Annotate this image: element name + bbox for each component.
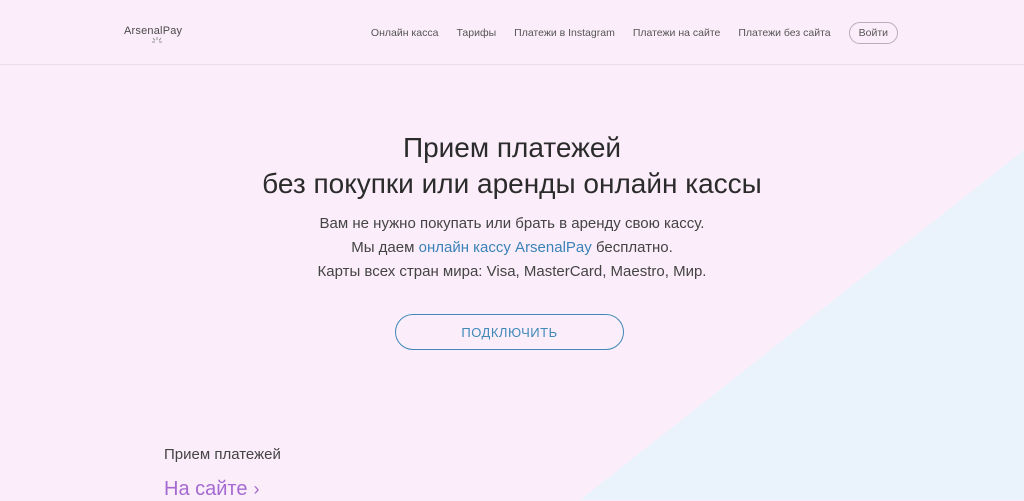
hero-subtitle-line-1: Вам не нужно покупать или брать в аренду… bbox=[319, 215, 705, 232]
hero-subtitle: Вам не нужно покупать или брать в аренду… bbox=[0, 212, 1024, 284]
logo-spark-icon bbox=[152, 37, 162, 43]
hero-title-line-1: Прием платежей bbox=[402, 132, 622, 163]
nav-instagram-payments[interactable]: Платежи в Instagram bbox=[514, 27, 615, 39]
nav-online-kassa[interactable]: Онлайн касса bbox=[371, 27, 439, 39]
hero-subtitle-line-2: Мы даем онлайн кассу ArsenalPay бесплатн… bbox=[0, 236, 1024, 260]
nav-no-site-payments[interactable]: Платежи без сайта bbox=[738, 27, 830, 39]
hero-subtitle-suffix: бесплатно. bbox=[591, 239, 673, 256]
chevron-right-icon: › bbox=[253, 479, 260, 499]
nav-site-payments[interactable]: Платежи на сайте bbox=[633, 27, 721, 39]
online-kassa-link[interactable]: онлайн кассу ArsenalPay bbox=[419, 239, 592, 256]
logo[interactable]: ArsenalPay bbox=[124, 25, 182, 37]
main-nav: Онлайн касса Тарифы Платежи в Instagram … bbox=[353, 22, 898, 44]
on-site-link-text: На сайте bbox=[164, 478, 248, 500]
hero-title-line-2: без покупки или аренды онлайн кассы bbox=[262, 168, 762, 199]
hero-title: Прием платежей без покупки или аренды он… bbox=[0, 130, 1024, 202]
connect-button[interactable]: ПОДКЛЮЧИТЬ bbox=[395, 314, 624, 350]
login-button[interactable]: Войти bbox=[848, 22, 898, 44]
hero-subtitle-line-3: Карты всех стран мира: Visa, MasterCard,… bbox=[317, 263, 707, 280]
section-label: Прием платежей bbox=[164, 446, 281, 463]
logo-text: ArsenalPay bbox=[124, 25, 183, 37]
hero-subtitle-prefix: Мы даем bbox=[351, 239, 419, 256]
on-site-link[interactable]: На сайте › bbox=[164, 478, 259, 501]
top-navbar: ArsenalPay Онлайн касса Тарифы Платежи в… bbox=[0, 0, 1024, 65]
nav-tariffs[interactable]: Тарифы bbox=[456, 27, 496, 39]
